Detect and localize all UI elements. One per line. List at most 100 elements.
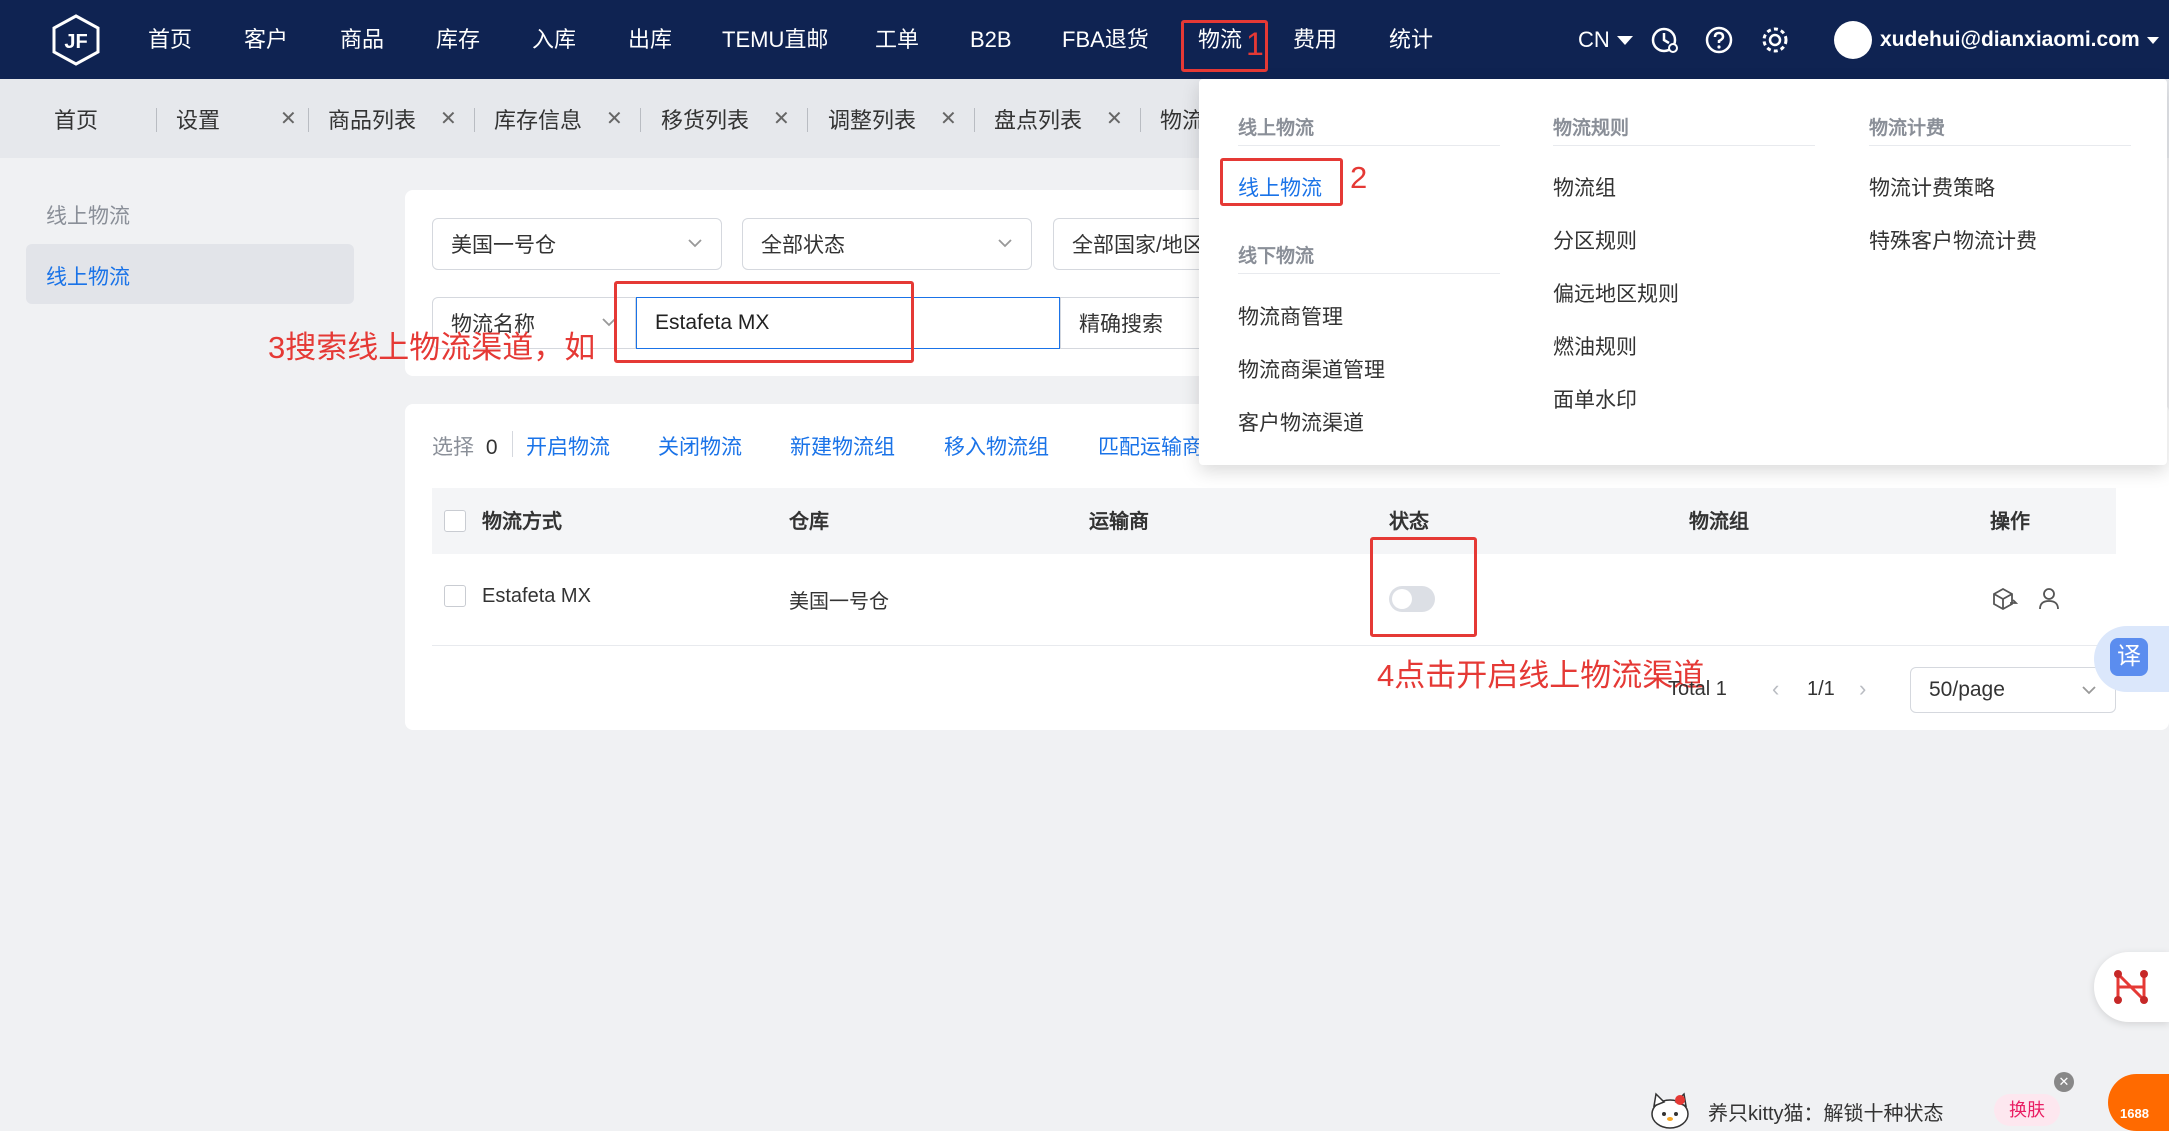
nav-item-b2b[interactable]: B2B xyxy=(970,0,1012,79)
chevron-down-icon xyxy=(688,239,702,248)
row-checkbox[interactable] xyxy=(444,585,466,607)
disable-logistics-button[interactable]: 关闭物流 xyxy=(658,431,742,461)
tab-label: 物流 xyxy=(1160,107,1205,133)
close-icon[interactable]: ✕ xyxy=(940,106,957,131)
row-method: Estafeta MX xyxy=(482,585,591,607)
country-select[interactable]: 全部国家/地区 xyxy=(1053,218,1213,270)
new-logistics-group-button[interactable]: 新建物流组 xyxy=(790,431,895,461)
nav-item-fba-return[interactable]: FBA退货 xyxy=(1062,0,1149,79)
next-page-icon[interactable]: › xyxy=(1859,676,1866,702)
menu-item-logistics-group[interactable]: 物流组 xyxy=(1553,172,1616,202)
kitty-icon xyxy=(1651,1092,1689,1129)
nav-item-stats[interactable]: 统计 xyxy=(1389,0,1433,79)
dropdown-divider xyxy=(1553,145,1815,146)
user-menu[interactable]: xudehui@dianxiaomi.com xyxy=(1834,0,2160,79)
selection-number: 0 xyxy=(485,436,498,459)
warehouse-select-value: 美国一号仓 xyxy=(451,234,556,257)
tab-stocktake-list[interactable]: 盘点列表 ✕ xyxy=(994,79,1123,158)
annotation-1: 1 xyxy=(1246,26,1264,62)
search-mode-value: 精确搜索 xyxy=(1079,313,1163,336)
user-assign-icon[interactable] xyxy=(2036,585,2064,613)
promo-banner[interactable]: 养只kitty猫：解锁十种状态 换肤 xyxy=(1640,1086,2060,1131)
promo-text: 养只kitty猫：解锁十种状态 xyxy=(1708,1103,1944,1125)
dropdown-heading-online: 线上物流 xyxy=(1238,118,1315,139)
brand-1688-label: 1688 xyxy=(2120,1106,2149,1121)
caret-down-icon xyxy=(1616,35,1633,45)
nav-item-fees[interactable]: 费用 xyxy=(1293,0,1337,79)
dropdown-heading-rules: 物流规则 xyxy=(1553,118,1630,139)
annotation-2: 2 xyxy=(1350,160,1368,195)
tab-separator xyxy=(156,108,157,132)
dropdown-divider xyxy=(1238,145,1500,146)
tab-separator xyxy=(974,108,975,132)
nav-item-temu[interactable]: TEMU直邮 xyxy=(722,0,828,79)
tab-settings[interactable]: 设置 ✕ xyxy=(176,79,297,158)
chevron-down-icon xyxy=(998,239,1012,248)
page-size-select[interactable]: 50/page xyxy=(1910,667,2116,713)
menu-item-zone-rules[interactable]: 分区规则 xyxy=(1553,225,1637,255)
nav-item-outbound[interactable]: 出库 xyxy=(628,0,672,79)
column-header-method: 物流方式 xyxy=(482,511,562,533)
tab-transfer-list[interactable]: 移货列表 ✕ xyxy=(661,79,790,158)
menu-item-carrier-channel-management[interactable]: 物流商渠道管理 xyxy=(1238,354,1385,384)
search-mode-select[interactable]: 精确搜索 xyxy=(1060,297,1213,349)
close-icon[interactable]: ✕ xyxy=(773,106,790,131)
table-row xyxy=(432,554,2116,646)
tab-separator xyxy=(640,108,641,132)
close-icon[interactable]: ✕ xyxy=(440,106,457,131)
tab-inventory-info[interactable]: 库存信息 ✕ xyxy=(494,79,623,158)
network-widget[interactable] xyxy=(2094,952,2169,1022)
sidebar-group-title: 线上物流 xyxy=(46,205,130,228)
skin-button[interactable]: 换肤 xyxy=(1994,1094,2060,1126)
status-select[interactable]: 全部状态 xyxy=(742,218,1032,270)
tab-product-list[interactable]: 商品列表 ✕ xyxy=(328,79,457,158)
status-select-value: 全部状态 xyxy=(761,234,845,257)
clock-settings-icon[interactable] xyxy=(1650,25,1680,55)
menu-item-label-watermark[interactable]: 面单水印 xyxy=(1553,384,1637,414)
brand-1688-icon[interactable]: 1688 xyxy=(2108,1074,2169,1131)
select-all-checkbox[interactable] xyxy=(444,510,466,532)
tab-label: 盘点列表 xyxy=(994,107,1083,133)
close-icon[interactable]: ✕ xyxy=(606,106,623,131)
nav-item-inventory[interactable]: 库存 xyxy=(436,0,480,79)
close-icon[interactable]: ✕ xyxy=(2054,1072,2074,1092)
prev-page-icon[interactable]: ‹ xyxy=(1772,676,1779,702)
tab-home[interactable]: 首页 xyxy=(54,79,98,158)
tab-logistics[interactable]: 物流 xyxy=(1160,79,1204,158)
help-icon[interactable] xyxy=(1704,25,1734,55)
tab-label: 库存信息 xyxy=(494,107,583,133)
language-label: CN xyxy=(1578,26,1610,52)
sidebar-item-online-logistics[interactable]: 线上物流 xyxy=(26,244,354,304)
translate-widget[interactable]: 译 xyxy=(2094,626,2169,692)
logo-icon[interactable]: JF xyxy=(50,14,102,66)
menu-item-fuel-rules[interactable]: 燃油规则 xyxy=(1553,331,1637,361)
enable-logistics-button[interactable]: 开启物流 xyxy=(526,431,610,461)
tab-label: 移货列表 xyxy=(661,107,750,133)
nav-item-customers[interactable]: 客户 xyxy=(244,0,288,79)
dropdown-divider xyxy=(1869,145,2131,146)
menu-item-customer-channels[interactable]: 客户物流渠道 xyxy=(1238,407,1364,437)
tab-separator xyxy=(1140,108,1141,132)
column-header-carrier: 运输商 xyxy=(1089,511,1149,533)
nav-item-home[interactable]: 首页 xyxy=(148,0,192,79)
warehouse-select[interactable]: 美国一号仓 xyxy=(432,218,722,270)
menu-item-remote-area-rules[interactable]: 偏远地区规则 xyxy=(1553,278,1679,308)
gear-icon[interactable] xyxy=(1760,25,1790,55)
close-icon[interactable]: ✕ xyxy=(1106,106,1123,131)
caret-down-icon xyxy=(2146,36,2159,44)
dropdown-heading-billing: 物流计费 xyxy=(1869,118,1946,139)
menu-item-billing-strategy[interactable]: 物流计费策略 xyxy=(1869,172,1995,202)
nav-item-products[interactable]: 商品 xyxy=(340,0,384,79)
ship-box-icon[interactable] xyxy=(1990,585,2018,613)
nav-item-inbound[interactable]: 入库 xyxy=(532,0,576,79)
annotation-box-3 xyxy=(614,281,914,363)
close-icon[interactable]: ✕ xyxy=(280,106,297,131)
language-selector[interactable]: CN xyxy=(1578,0,1634,79)
pagination-page: 1/1 xyxy=(1807,678,1835,700)
menu-item-special-customer-billing[interactable]: 特殊客户物流计费 xyxy=(1869,225,2037,255)
menu-item-carrier-management[interactable]: 物流商管理 xyxy=(1238,301,1343,331)
nav-item-tickets[interactable]: 工单 xyxy=(875,0,919,79)
tab-adjust-list[interactable]: 调整列表 ✕ xyxy=(828,79,957,158)
move-to-group-button[interactable]: 移入物流组 xyxy=(944,431,1049,461)
match-carrier-button[interactable]: 匹配运输商 xyxy=(1098,431,1203,461)
